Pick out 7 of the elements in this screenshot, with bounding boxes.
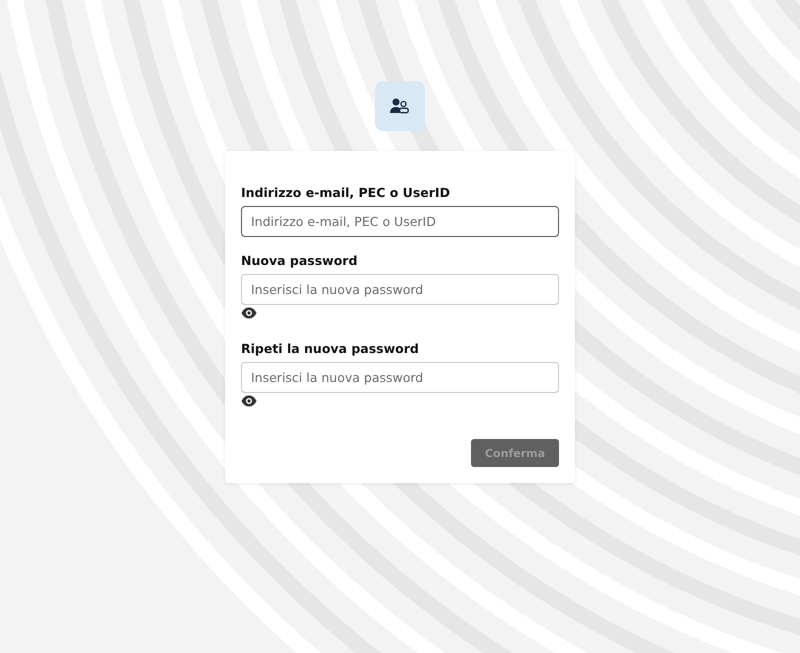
- field-label: Nuova password: [241, 253, 358, 268]
- field-label: Indirizzo e-mail, PEC o UserID: [241, 185, 451, 200]
- eye-icon[interactable]: [241, 395, 257, 409]
- eye-icon[interactable]: [241, 307, 257, 321]
- field-label: Ripeti la nuova password: [241, 341, 420, 356]
- input-field[interactable]: Indirizzo e-mail, PEC o UserID: [241, 206, 559, 237]
- users-icon: [390, 98, 410, 114]
